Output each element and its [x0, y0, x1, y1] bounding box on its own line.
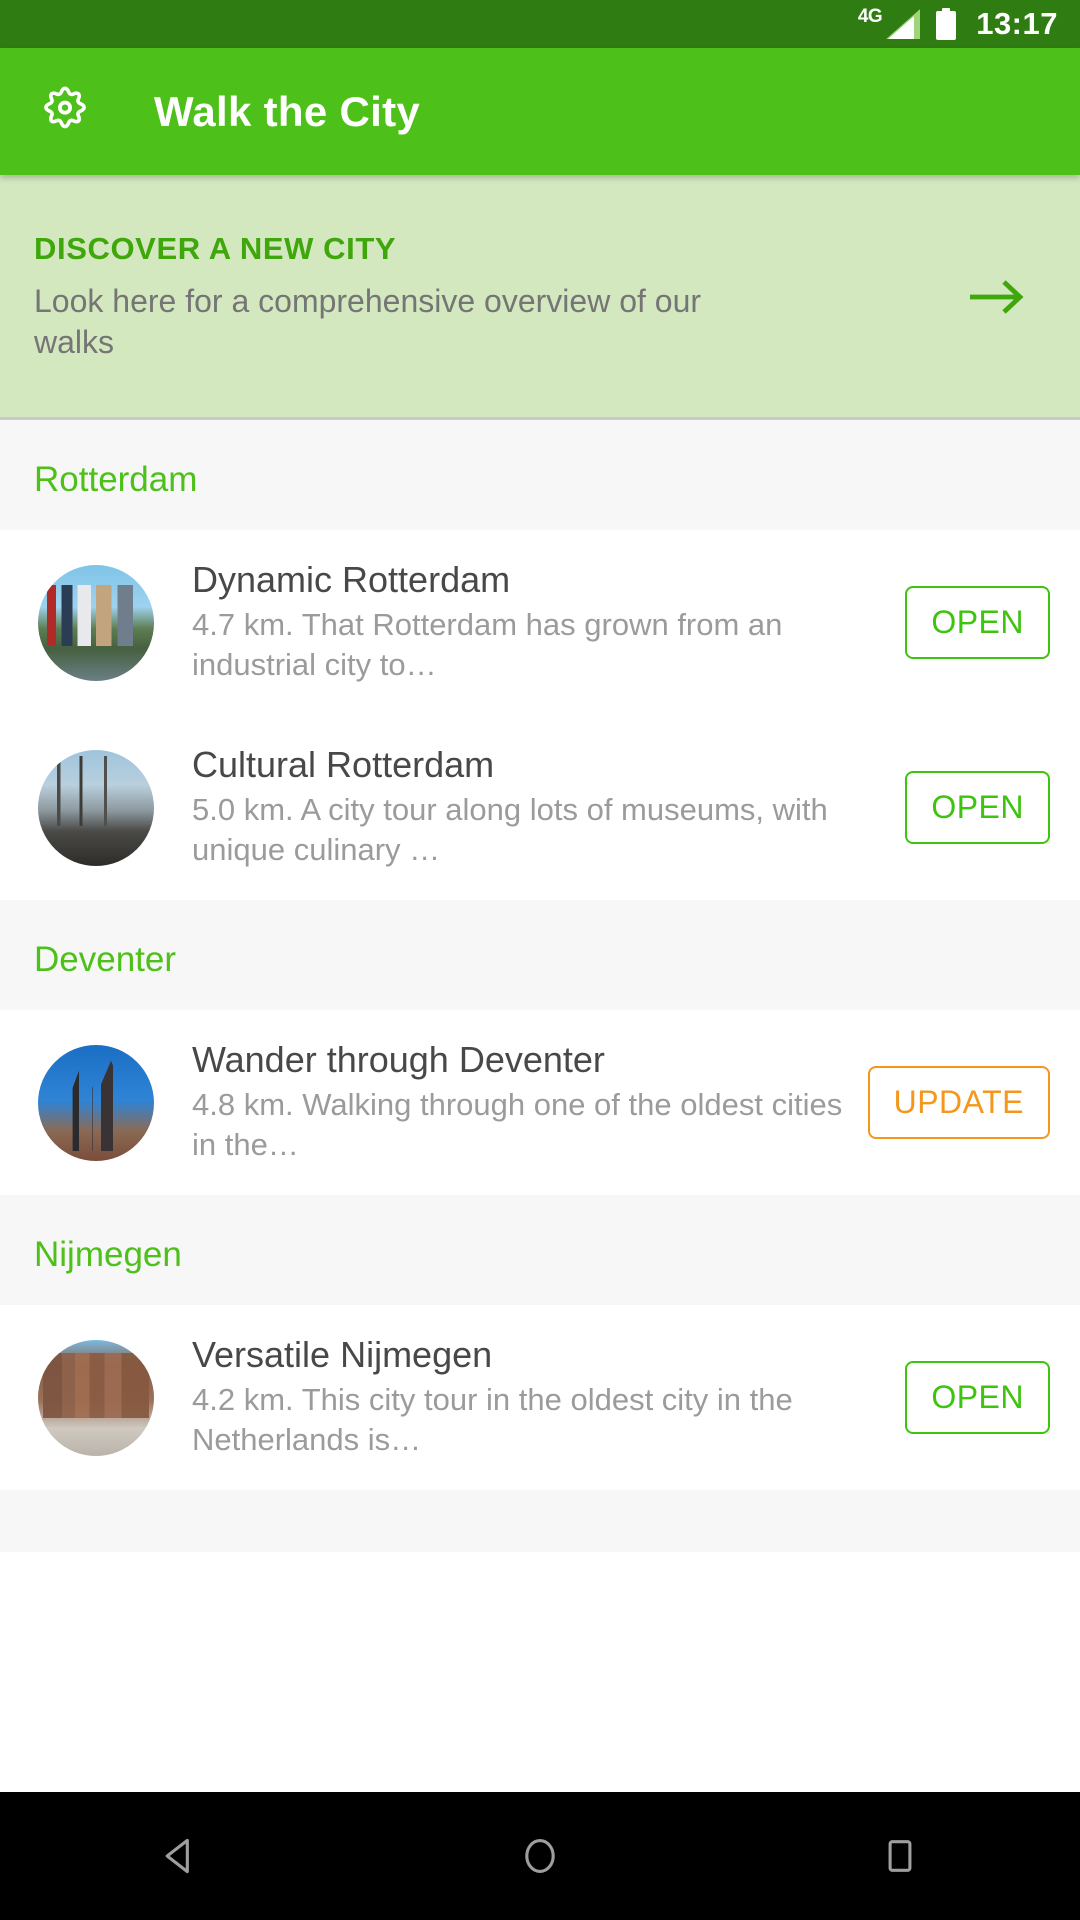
walk-description: 5.0 km. A city tour along lots of museum… — [192, 792, 828, 868]
walk-list: Rotterdam Dynamic Rotterdam 4.7 km. That… — [0, 420, 1080, 1552]
walk-text: Cultural Rotterdam 5.0 km. A city tour a… — [154, 744, 905, 870]
gear-icon[interactable] — [34, 81, 96, 143]
battery-icon — [936, 8, 957, 40]
section-header-nijmegen: Nijmegen — [0, 1195, 1080, 1305]
walk-list-item[interactable]: Versatile Nijmegen 4.2 km. This city tou… — [0, 1305, 1080, 1490]
status-bar-clock: 13:17 — [976, 6, 1058, 41]
walk-title: Versatile Nijmegen — [192, 1334, 493, 1376]
section-title: Rotterdam — [34, 460, 198, 499]
discover-banner-subtitle: Look here for a comprehensive overview o… — [34, 283, 702, 360]
back-triangle-icon[interactable] — [120, 1796, 240, 1916]
walk-description: 4.8 km. Walking through one of the oldes… — [192, 1087, 843, 1163]
signal-bars-icon — [886, 9, 921, 39]
walk-list-item[interactable]: Cultural Rotterdam 5.0 km. A city tour a… — [0, 715, 1080, 900]
walk-thumbnail — [38, 564, 154, 681]
android-navigation-bar — [0, 1792, 1080, 1920]
walk-thumbnail — [38, 749, 154, 866]
walk-description: 4.7 km. That Rotterdam has grown from an… — [192, 607, 783, 683]
walk-title: Wander through Deventer — [192, 1039, 605, 1081]
open-button[interactable]: OPEN — [905, 771, 1050, 844]
walk-description: 4.2 km. This city tour in the oldest cit… — [192, 1382, 793, 1458]
update-button[interactable]: UPDATE — [867, 1066, 1050, 1139]
app-bar: Walk the City — [0, 48, 1080, 175]
walk-title: Dynamic Rotterdam — [192, 559, 511, 601]
section-title: Nijmegen — [34, 1235, 182, 1274]
walk-text: Versatile Nijmegen 4.2 km. This city tou… — [154, 1334, 905, 1460]
walk-thumbnail — [38, 1339, 154, 1456]
open-button[interactable]: OPEN — [905, 586, 1050, 659]
walk-text: Dynamic Rotterdam 4.7 km. That Rotterdam… — [154, 559, 905, 685]
discover-banner-text: DISCOVER A NEW CITY Look here for a comp… — [34, 231, 950, 362]
discover-banner-title: DISCOVER A NEW CITY — [34, 231, 397, 267]
walk-list-item[interactable]: Dynamic Rotterdam 4.7 km. That Rotterdam… — [0, 530, 1080, 715]
network-type-label: 4G — [857, 5, 883, 27]
walk-list-item[interactable]: Wander through Deventer 4.8 km. Walking … — [0, 1010, 1080, 1195]
open-button[interactable]: OPEN — [905, 1361, 1050, 1434]
walk-title: Cultural Rotterdam — [192, 744, 495, 786]
discover-banner[interactable]: DISCOVER A NEW CITY Look here for a comp… — [0, 175, 1080, 420]
section-header-deventer: Deventer — [0, 900, 1080, 1010]
home-circle-icon[interactable] — [480, 1796, 600, 1916]
section-header-rotterdam: Rotterdam — [0, 420, 1080, 530]
section-title: Deventer — [34, 940, 177, 979]
recents-square-icon[interactable] — [840, 1796, 960, 1916]
walk-text: Wander through Deventer 4.8 km. Walking … — [154, 1039, 868, 1165]
list-bottom-spacer — [0, 1490, 1080, 1552]
walk-thumbnail — [38, 1044, 154, 1161]
page-title: Walk the City — [154, 87, 421, 135]
arrow-right-icon[interactable] — [950, 273, 1046, 321]
status-bar: 4G 13:17 — [0, 0, 1080, 48]
